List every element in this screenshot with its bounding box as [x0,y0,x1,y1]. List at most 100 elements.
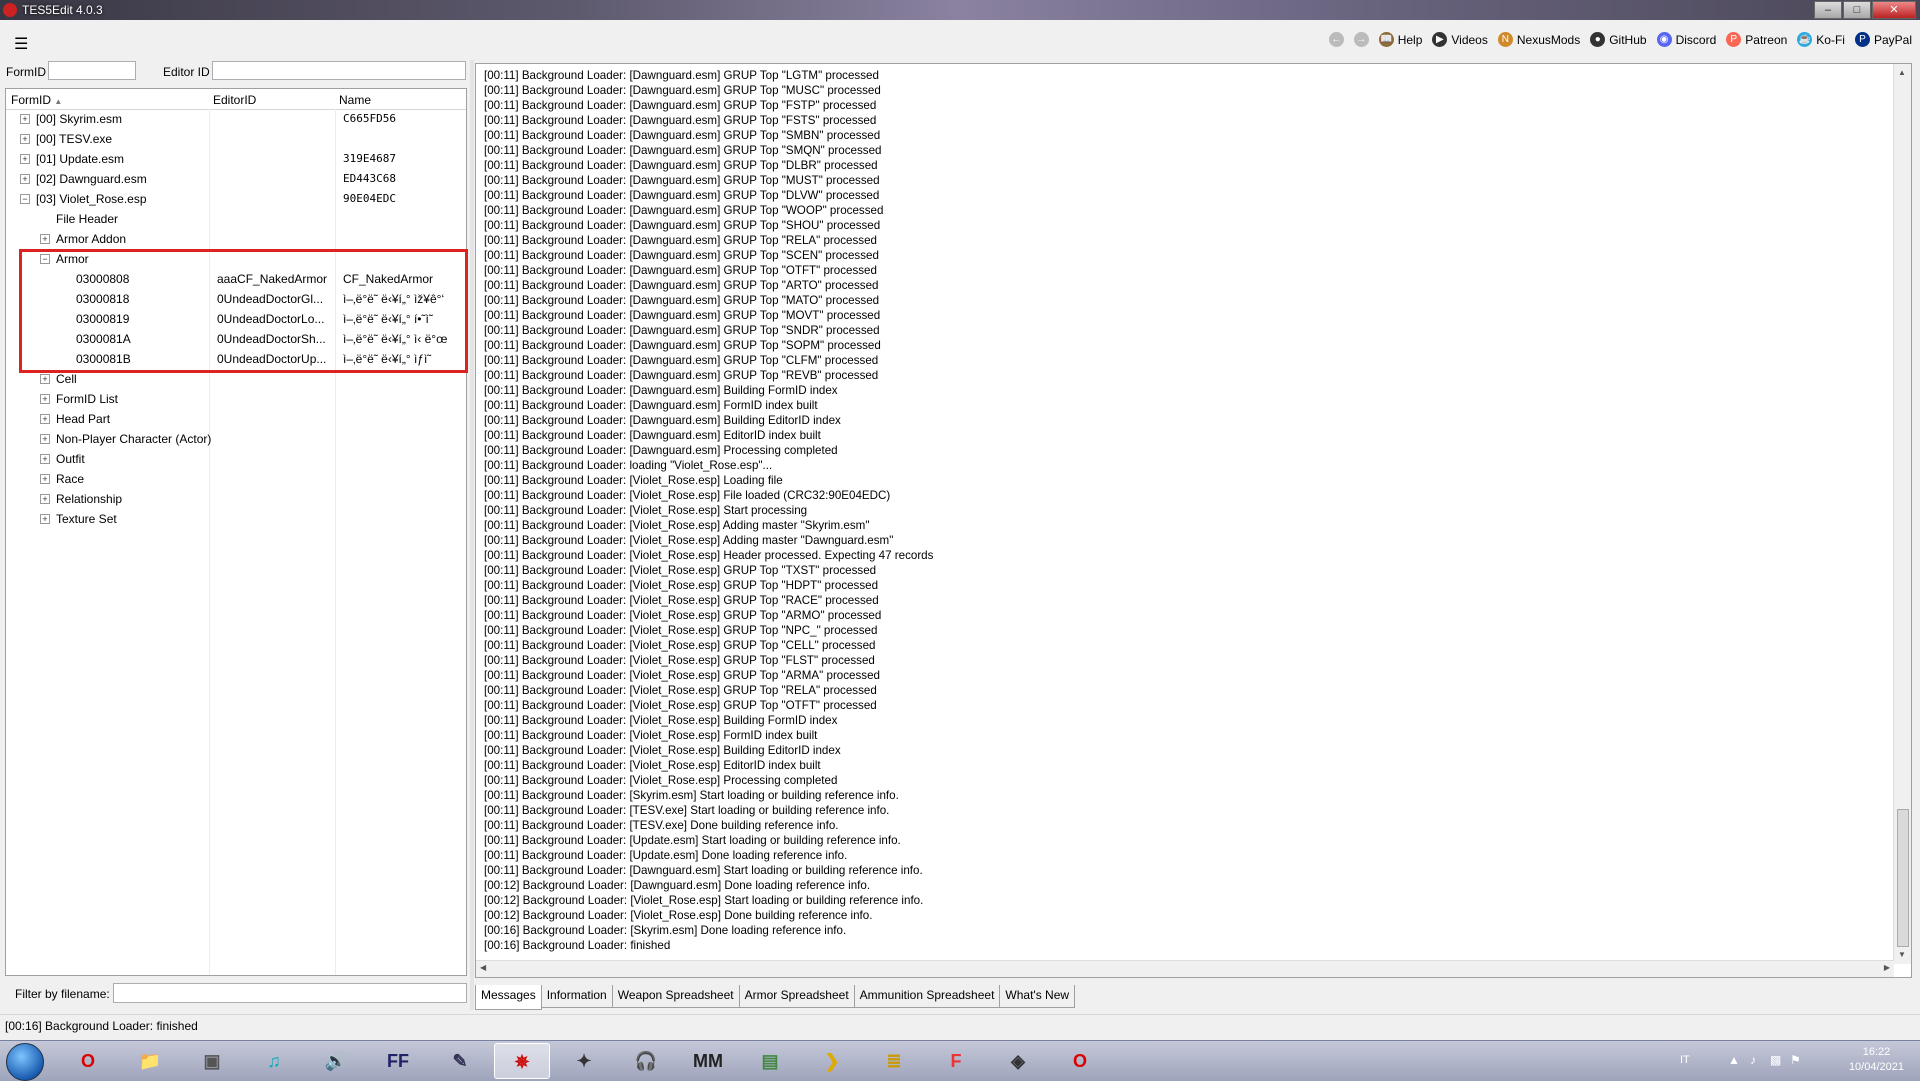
flag-icon[interactable]: ⚑ [1790,1053,1801,1067]
tab-armor-spreadsheet[interactable]: Armor Spreadsheet [738,985,855,1008]
expand-icon[interactable]: + [40,514,50,524]
close-button[interactable]: ✕ [1872,1,1916,19]
expand-icon[interactable]: + [20,174,30,184]
expand-icon[interactable]: + [20,114,30,124]
tree-row[interactable]: + Armor Addon [6,230,466,250]
link-discord[interactable]: ◉ Discord [1656,32,1716,47]
link-nexusmods[interactable]: N NexusMods [1497,32,1580,47]
volume-app-icon[interactable]: 🔊 [308,1043,364,1079]
network-icon[interactable]: ✦ [556,1043,612,1079]
column-header-name[interactable]: Name [339,93,371,107]
tree-row[interactable]: + Non-Player Character (Actor) [6,430,466,450]
language-indicator[interactable]: IT [1680,1054,1690,1066]
clock[interactable]: 16:22 10/04/2021 [1849,1045,1904,1075]
expand-icon[interactable]: + [20,154,30,164]
window-icon[interactable]: ▤ [742,1043,798,1079]
column-header-editorid[interactable]: EditorID [213,93,256,107]
tab-information[interactable]: Information [540,985,613,1008]
tree-row[interactable]: + Head Part [6,410,466,430]
link-github[interactable]: ● GitHub [1590,32,1647,47]
tree-row[interactable]: + [00] Skyrim.esm C665FD56 [6,110,466,130]
tray-arrow-icon[interactable]: ▲ [1728,1053,1740,1067]
hamburger-icon[interactable]: ☰ [14,34,28,54]
editorid-input[interactable] [212,61,466,80]
formid-input[interactable] [48,61,136,80]
tab-weapon-spreadsheet[interactable]: Weapon Spreadsheet [611,985,740,1008]
tree-row[interactable]: + Outfit [6,450,466,470]
github-icon: ● [1590,32,1606,47]
tree-row[interactable]: + FormID List [6,390,466,410]
scroll-down-icon[interactable]: ▼ [1898,950,1906,959]
pen-icon[interactable]: ✎ [432,1043,488,1079]
forward-icon[interactable]: → [1353,32,1369,47]
messages-panel[interactable]: [00:11] Background Loader: [Dawnguard.es… [475,63,1912,978]
scroll-up-icon[interactable]: ▲ [1898,68,1906,77]
horizontal-scrollbar[interactable]: ◀ ▶ [476,960,1894,977]
headphones-icon[interactable]: 🎧 [618,1043,674,1079]
scrollbar-thumb[interactable] [1897,809,1909,947]
vertical-scrollbar[interactable]: ▲ ▼ [1893,64,1911,964]
expand-icon[interactable]: + [40,234,50,244]
link-videos[interactable]: ▶ Videos [1432,32,1488,47]
music-icon[interactable]: ♫ [246,1043,302,1079]
creation-icon[interactable]: ◈ [990,1043,1046,1079]
start-button[interactable] [6,1043,44,1081]
expand-icon[interactable]: + [40,494,50,504]
record-tree[interactable]: FormID ▲ EditorID Name + [00] Skyrim.esm C… [5,88,467,976]
collapse-icon[interactable]: − [40,254,50,264]
message-line: [00:16] Background Loader: [Skyrim.esm] … [484,924,847,937]
tree-row[interactable]: 0300081A 0UndeadDoctorSh... ì–‚ë°ë˜ ë‹¥í„°… [6,330,466,350]
opera-icon[interactable]: O [60,1043,116,1079]
tree-row[interactable]: 03000818 0UndeadDoctorGl... ì–‚ë°ë˜ ë‹¥í„°… [6,290,466,310]
minimize-button[interactable]: – [1814,1,1842,19]
tab-messages[interactable]: Messages [475,985,542,1010]
flash-icon[interactable]: F [928,1043,984,1079]
media-icon[interactable]: ▣ [184,1043,240,1079]
tree-row[interactable]: 03000819 0UndeadDoctorLo... ì–‚ë°ë˜ ë‹¥í„°… [6,310,466,330]
tree-row[interactable]: 03000808 aaaCF_NakedArmor CF_NakedArmor [6,270,466,290]
expand-icon[interactable]: + [40,474,50,484]
tree-row[interactable]: − Armor [6,250,466,270]
maximize-button[interactable]: □ [1843,1,1871,19]
tree-row[interactable]: + Race [6,470,466,490]
link-ko-fi[interactable]: ☕ Ko-Fi [1797,32,1845,47]
opera-browser-icon[interactable]: O [1052,1043,1108,1079]
tree-row[interactable]: + [00] TESV.exe [6,130,466,150]
tab-what-s-new[interactable]: What's New [999,985,1076,1008]
link-help[interactable]: 📖 Help [1378,32,1422,47]
column-header-formid[interactable]: FormID ▲ [11,93,62,107]
link-patreon[interactable]: P Patreon [1726,32,1787,47]
network-tray-icon[interactable]: ▩ [1770,1053,1781,1067]
volume-icon[interactable]: ♪ [1750,1053,1756,1067]
tree-row[interactable]: − [03] Violet_Rose.esp 90E04EDC [6,190,466,210]
expand-icon[interactable]: + [40,374,50,384]
expand-icon[interactable]: + [40,434,50,444]
arrow-icon[interactable]: ❯ [804,1043,860,1079]
scroll-right-icon[interactable]: ▶ [1884,963,1890,972]
notes-icon[interactable]: ≣ [866,1043,922,1079]
expand-icon[interactable]: + [20,134,30,144]
tab-ammunition-spreadsheet[interactable]: Ammunition Spreadsheet [853,985,1001,1008]
filename-filter-input[interactable] [113,983,467,1003]
title-bar: TES5Edit 4.0.3 – □ ✕ [0,0,1920,20]
tree-row[interactable]: 0300081B 0UndeadDoctorUp... ì–‚ë°ë˜ ë‹¥í„°… [6,350,466,370]
tree-row[interactable]: + Cell [6,370,466,390]
tes5edit-icon[interactable]: ✵ [494,1043,550,1079]
window-title: TES5Edit 4.0.3 [22,3,103,17]
scroll-left-icon[interactable]: ◀ [480,963,486,972]
panel-splitter[interactable] [470,60,474,1010]
back-icon[interactable]: ← [1328,32,1344,47]
expand-icon[interactable]: + [40,394,50,404]
tree-row[interactable]: + [02] Dawnguard.esm ED443C68 [6,170,466,190]
expand-icon[interactable]: + [40,454,50,464]
tree-row[interactable]: + Texture Set [6,510,466,530]
collapse-icon[interactable]: − [20,194,30,204]
tree-row[interactable]: + [01] Update.esm 319E4687 [6,150,466,170]
explorer-icon[interactable]: 📁 [122,1043,178,1079]
link-paypal[interactable]: P PayPal [1854,32,1912,47]
expand-icon[interactable]: + [40,414,50,424]
ffdec-icon[interactable]: FF [370,1043,426,1079]
mod-manager-icon[interactable]: MM [680,1043,736,1079]
tree-row[interactable]: + Relationship [6,490,466,510]
tree-row[interactable]: File Header [6,210,466,230]
